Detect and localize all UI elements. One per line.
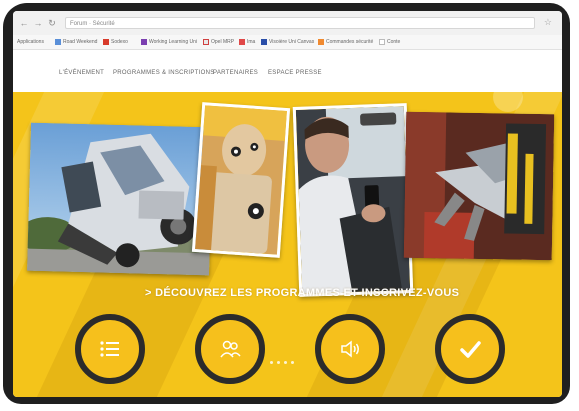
bookmark-label: Opel MRP [211, 39, 235, 45]
checkmark-icon [460, 341, 481, 358]
bookmark-item[interactable]: Road Weekend [55, 38, 97, 46]
bookmark-item[interactable]: Commandes sécurité [318, 38, 373, 46]
feature-circle-speaker[interactable] [315, 314, 385, 384]
back-icon[interactable]: ← [19, 18, 29, 28]
carousel-indicator[interactable] [268, 351, 296, 369]
site-icon [261, 38, 267, 45]
bookmark-label: Sodexo [111, 39, 128, 45]
feature-circle-check[interactable] [435, 314, 505, 384]
nav-item-event[interactable]: L'ÉVÉNEMENT [59, 70, 104, 76]
browser-window: ← → ↻ Forum · Sécurité ☆ Applications Ro… [13, 11, 562, 397]
bookmark-label: Commandes sécurité [326, 39, 374, 45]
site-icon [318, 38, 324, 45]
bookmark-label: Working Learning Uni [149, 39, 197, 45]
site-navigation: L'ÉVÉNEMENT PROGRAMMES & INSCRIPTIONS PA… [13, 50, 562, 92]
hero-banner-link[interactable]: > DÉCOUVREZ LES PROGRAMMES ET INSCRIVEZ-… [145, 287, 459, 299]
site-icon [239, 38, 245, 45]
feature-circle-list[interactable] [75, 314, 145, 384]
nav-item-programmes[interactable]: PROGRAMMES & INSCRIPTIONS [113, 70, 215, 76]
bookmark-label: Conte [387, 39, 401, 45]
forward-icon[interactable]: → [33, 18, 43, 28]
bookmark-item[interactable]: Ima [239, 38, 255, 46]
address-bar[interactable]: Forum · Sécurité [65, 17, 535, 29]
photo-driver-phone [292, 103, 414, 297]
bookmark-item[interactable]: Opel MRP [203, 38, 234, 46]
bookmarks-bar: Applications Road Weekend Sodexo Working… [13, 35, 562, 50]
hero-section: > DÉCOUVREZ LES PROGRAMMES ET INSCRIVEZ-… [13, 82, 562, 397]
page-icon [379, 38, 385, 45]
reload-icon[interactable]: ↻ [47, 18, 57, 28]
people-icon [220, 340, 241, 358]
list-icon [100, 341, 119, 357]
nav-item-partners[interactable]: PARTENAIRES [213, 70, 258, 76]
nav-item-press[interactable]: ESPACE PRESSE [268, 70, 322, 76]
folder-icon [55, 38, 61, 45]
bookmark-item[interactable]: Working Learning Uni [141, 38, 197, 46]
bookmark-item[interactable]: Sodexo [103, 38, 128, 46]
bookmark-label: Visoière Uni Canvas [269, 39, 315, 45]
bookmark-item[interactable]: Conte [379, 38, 400, 46]
feature-circle-people[interactable] [195, 314, 265, 384]
photo-robot-claw [403, 111, 555, 261]
site-icon [103, 38, 109, 45]
bookmark-label: Applications [17, 39, 44, 45]
bookmark-item[interactable]: Visoière Uni Canvas [261, 38, 314, 46]
decorative-circle [493, 82, 523, 112]
site-icon [141, 38, 147, 45]
photo-crashed-truck [27, 122, 213, 276]
bookmark-item[interactable]: Applications [17, 38, 44, 46]
bookmark-label: Ima [247, 39, 256, 45]
photo-crash-dummy [191, 102, 291, 258]
browser-toolbar: ← → ↻ Forum · Sécurité ☆ [13, 11, 562, 35]
site-icon [203, 38, 209, 45]
bookmark-label: Road Weekend [63, 39, 98, 45]
speaker-icon [341, 340, 359, 358]
star-icon[interactable]: ☆ [544, 17, 552, 28]
